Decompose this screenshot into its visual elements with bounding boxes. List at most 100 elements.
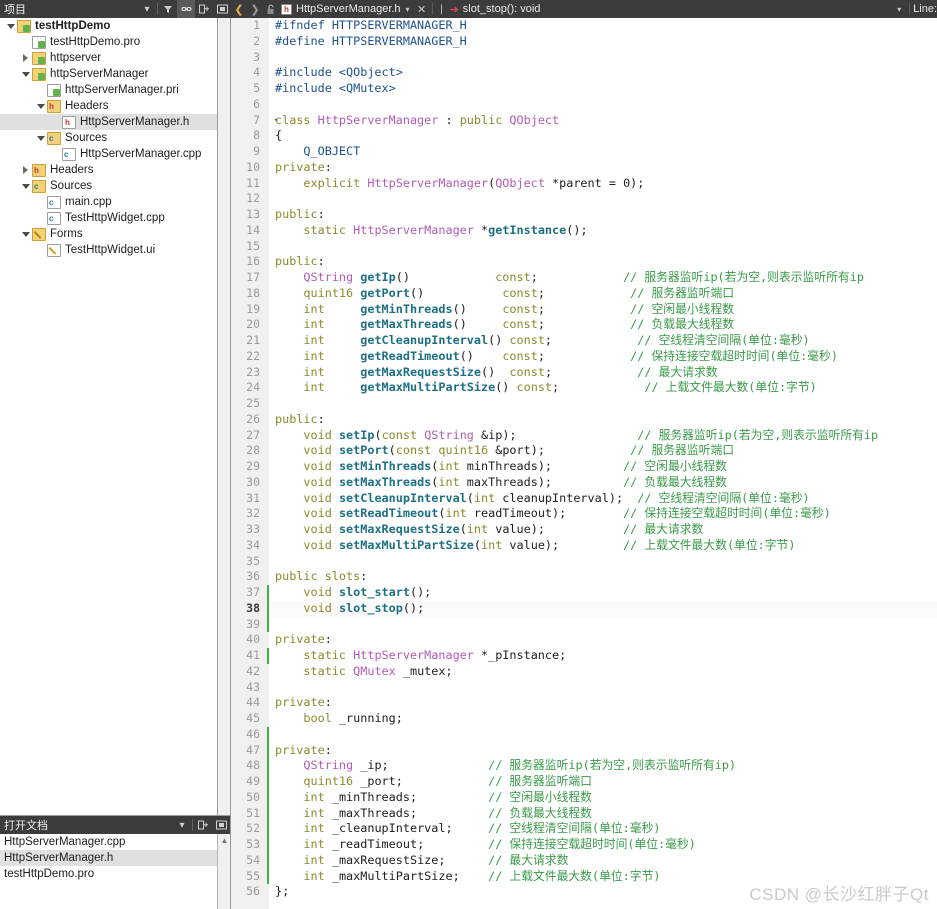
code-line[interactable]: explicit HttpServerManager(QObject *pare…: [269, 176, 937, 192]
code-line[interactable]: {: [269, 128, 937, 144]
code-editor[interactable]: 1234567▾89101112131415161718192021222324…: [231, 18, 937, 909]
code-line[interactable]: void setPort(const quint16 &port); // 服务…: [269, 443, 937, 459]
lock-icon[interactable]: [263, 0, 279, 18]
tree-item-testhttpdemo[interactable]: testHttpDemo: [0, 18, 230, 34]
split-editor-icon[interactable]: ❘: [436, 4, 448, 15]
chevron-open-icon[interactable]: [4, 24, 17, 29]
code-line[interactable]: void setMaxRequestSize(int value); // 最大…: [269, 522, 937, 538]
split-add-icon[interactable]: [195, 0, 213, 18]
split-add-icon[interactable]: [194, 816, 212, 834]
code-line[interactable]: void setReadTimeout(int readTimeout); //…: [269, 506, 937, 522]
tree-item-headers[interactable]: hHeaders: [0, 162, 230, 178]
tree-item-httpservermanager-cpp[interactable]: cHttpServerManager.cpp: [0, 146, 230, 162]
tree-item-main-cpp[interactable]: cmain.cpp: [0, 194, 230, 210]
code-line[interactable]: void setCleanupInterval(int cleanupInter…: [269, 491, 937, 507]
tree-item-httpserver[interactable]: httpserver: [0, 50, 230, 66]
code-line[interactable]: int _maxRequestSize; // 最大请求数: [269, 853, 937, 869]
code-line[interactable]: public slots:: [269, 569, 937, 585]
open-document-item[interactable]: testHttpDemo.pro: [0, 866, 230, 882]
code-line[interactable]: public:: [269, 207, 937, 223]
code-line[interactable]: #define HTTPSERVERMANAGER_H: [269, 34, 937, 50]
scroll-up-icon[interactable]: ▲: [218, 834, 230, 847]
code-line[interactable]: int getMaxMultiPartSize() const; // 上载文件…: [269, 380, 937, 396]
code-line[interactable]: int getMaxRequestSize() const; // 最大请求数: [269, 365, 937, 381]
tree-item-httpservermanager-h[interactable]: hHttpServerManager.h: [0, 114, 230, 130]
code-line[interactable]: [269, 239, 937, 255]
code-line[interactable]: static QMutex _mutex;: [269, 664, 937, 680]
code-line[interactable]: void setMaxThreads(int maxThreads); // 负…: [269, 475, 937, 491]
filter-dropdown-icon[interactable]: ▾: [138, 0, 156, 18]
code-line[interactable]: [269, 554, 937, 570]
code-line[interactable]: #ifndef HTTPSERVERMANAGER_H: [269, 18, 937, 34]
code-line[interactable]: static HttpServerManager *_pInstance;: [269, 648, 937, 664]
chevron-open-icon[interactable]: [19, 232, 32, 237]
project-tree[interactable]: testHttpDemotestHttpDemo.prohttpserverht…: [0, 18, 231, 815]
code-line[interactable]: int _cleanupInterval; // 空线程清空间隔(单位:毫秒): [269, 821, 937, 837]
close-panel-icon[interactable]: [212, 816, 230, 834]
code-line[interactable]: int getMaxThreads() const; // 负载最大线程数: [269, 317, 937, 333]
code-line[interactable]: QString _ip; // 服务器监听ip(若为空,则表示监听所有ip): [269, 758, 937, 774]
code-line[interactable]: int getCleanupInterval() const; // 空线程清空…: [269, 333, 937, 349]
code-line[interactable]: private:: [269, 632, 937, 648]
code-line[interactable]: #include <QObject>: [269, 65, 937, 81]
editor-file-name[interactable]: HttpServerManager.h: [296, 3, 401, 15]
code-line[interactable]: #include <QMutex>: [269, 81, 937, 97]
code-line[interactable]: quint16 getPort() const; // 服务器监听端口: [269, 286, 937, 302]
code-line[interactable]: static HttpServerManager *getInstance();: [269, 223, 937, 239]
open-documents-scrollbar[interactable]: ▲: [217, 834, 230, 909]
tree-item-httpservermanager-pri[interactable]: httpServerManager.pri: [0, 82, 230, 98]
chevron-closed-icon[interactable]: [19, 54, 32, 62]
code-line[interactable]: int _maxThreads; // 负载最大线程数: [269, 806, 937, 822]
tree-item-forms[interactable]: Forms: [0, 226, 230, 242]
code-line[interactable]: class HttpServerManager : public QObject: [269, 113, 937, 129]
open-document-item[interactable]: HttpServerManager.cpp: [0, 834, 230, 850]
code-line[interactable]: int _readTimeout; // 保持连接空载超时时间(单位:毫秒): [269, 837, 937, 853]
open-document-item[interactable]: HttpServerManager.h: [0, 850, 230, 866]
code-line[interactable]: public:: [269, 254, 937, 270]
filter-icon[interactable]: [159, 0, 177, 18]
chevron-open-icon[interactable]: [19, 72, 32, 77]
code-line[interactable]: [269, 680, 937, 696]
tree-item-testhttpwidget-cpp[interactable]: cTestHttpWidget.cpp: [0, 210, 230, 226]
dropdown-icon[interactable]: ▾: [173, 816, 191, 834]
code-line[interactable]: void slot_stop();: [269, 601, 937, 617]
code-line[interactable]: int getReadTimeout() const; // 保持连接空载超时时…: [269, 349, 937, 365]
close-file-icon[interactable]: ✕: [415, 3, 429, 16]
navigate-back-icon[interactable]: ❮: [231, 0, 247, 18]
code-line[interactable]: [269, 617, 937, 633]
code-line[interactable]: QString getIp() const; // 服务器监听ip(若为空,则表…: [269, 270, 937, 286]
code-line[interactable]: Q_OBJECT: [269, 144, 937, 160]
tree-item-testhttpwidget-ui[interactable]: TestHttpWidget.ui: [0, 242, 230, 258]
code-line[interactable]: [269, 396, 937, 412]
tree-item-headers[interactable]: hHeaders: [0, 98, 230, 114]
code-line[interactable]: private:: [269, 160, 937, 176]
code-line[interactable]: bool _running;: [269, 711, 937, 727]
chevron-open-icon[interactable]: [34, 136, 47, 141]
tree-item-httpservermanager[interactable]: httpServerManager: [0, 66, 230, 82]
chevron-open-icon[interactable]: [34, 104, 47, 109]
code-line[interactable]: [269, 727, 937, 743]
code-line[interactable]: private:: [269, 695, 937, 711]
open-documents-list[interactable]: HttpServerManager.cppHttpServerManager.h…: [0, 834, 230, 909]
code-content[interactable]: #ifndef HTTPSERVERMANAGER_H#define HTTPS…: [269, 18, 937, 909]
symbol-dropdown-icon[interactable]: ▾: [892, 5, 906, 14]
code-line[interactable]: void setMaxMultiPartSize(int value); // …: [269, 538, 937, 554]
code-line[interactable]: [269, 50, 937, 66]
link-sync-icon[interactable]: [177, 0, 195, 18]
tree-item-sources[interactable]: cSources: [0, 130, 230, 146]
file-dropdown-icon[interactable]: ▾: [401, 5, 415, 14]
code-line[interactable]: int getMinThreads() const; // 空闲最小线程数: [269, 302, 937, 318]
code-line[interactable]: public:: [269, 412, 937, 428]
chevron-open-icon[interactable]: [19, 184, 32, 189]
chevron-closed-icon[interactable]: [19, 166, 32, 174]
navigate-forward-icon[interactable]: ❯: [247, 0, 263, 18]
current-symbol-label[interactable]: slot_stop(): void: [463, 3, 541, 15]
code-line[interactable]: [269, 97, 937, 113]
code-line[interactable]: void setIp(const QString &ip); // 服务器监听i…: [269, 428, 937, 444]
code-line[interactable]: quint16 _port; // 服务器监听端口: [269, 774, 937, 790]
close-panel-icon[interactable]: [213, 0, 231, 18]
code-line[interactable]: void slot_start();: [269, 585, 937, 601]
code-line[interactable]: int _minThreads; // 空闲最小线程数: [269, 790, 937, 806]
tree-item-testhttpdemo-pro[interactable]: testHttpDemo.pro: [0, 34, 230, 50]
code-line[interactable]: [269, 191, 937, 207]
